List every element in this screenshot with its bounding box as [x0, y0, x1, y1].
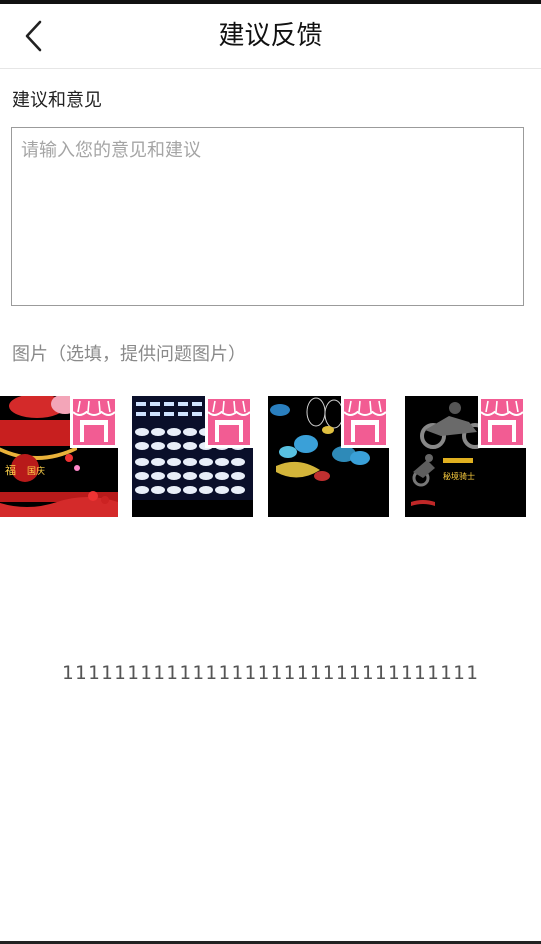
- store-icon: [205, 396, 253, 448]
- footer-text: 11111111111111111111111111111111: [61, 662, 480, 684]
- chevron-left-icon: [25, 20, 42, 52]
- feedback-input[interactable]: [12, 128, 523, 305]
- feedback-input-box[interactable]: [11, 127, 524, 306]
- image-thumbnail-1[interactable]: 福 国庆: [0, 396, 118, 517]
- svg-text:秘境骑士: 秘境骑士: [443, 471, 475, 481]
- image-thumbnail-4[interactable]: 秘境骑士: [405, 396, 526, 517]
- page-title: 建议反馈: [218, 21, 323, 51]
- feedback-label: 建议和意见: [12, 90, 102, 111]
- store-icon: [478, 396, 526, 448]
- svg-text:国庆: 国庆: [27, 465, 45, 477]
- back-button[interactable]: [14, 16, 54, 56]
- image-thumbnail-3[interactable]: [268, 396, 389, 517]
- header-bar: 建议反馈: [0, 4, 541, 69]
- image-thumbnail-2[interactable]: [132, 396, 253, 517]
- store-icon: [70, 396, 118, 448]
- images-label: 图片（选填，提供问题图片）: [12, 344, 246, 365]
- store-icon: [341, 396, 389, 448]
- svg-text:福: 福: [5, 463, 16, 477]
